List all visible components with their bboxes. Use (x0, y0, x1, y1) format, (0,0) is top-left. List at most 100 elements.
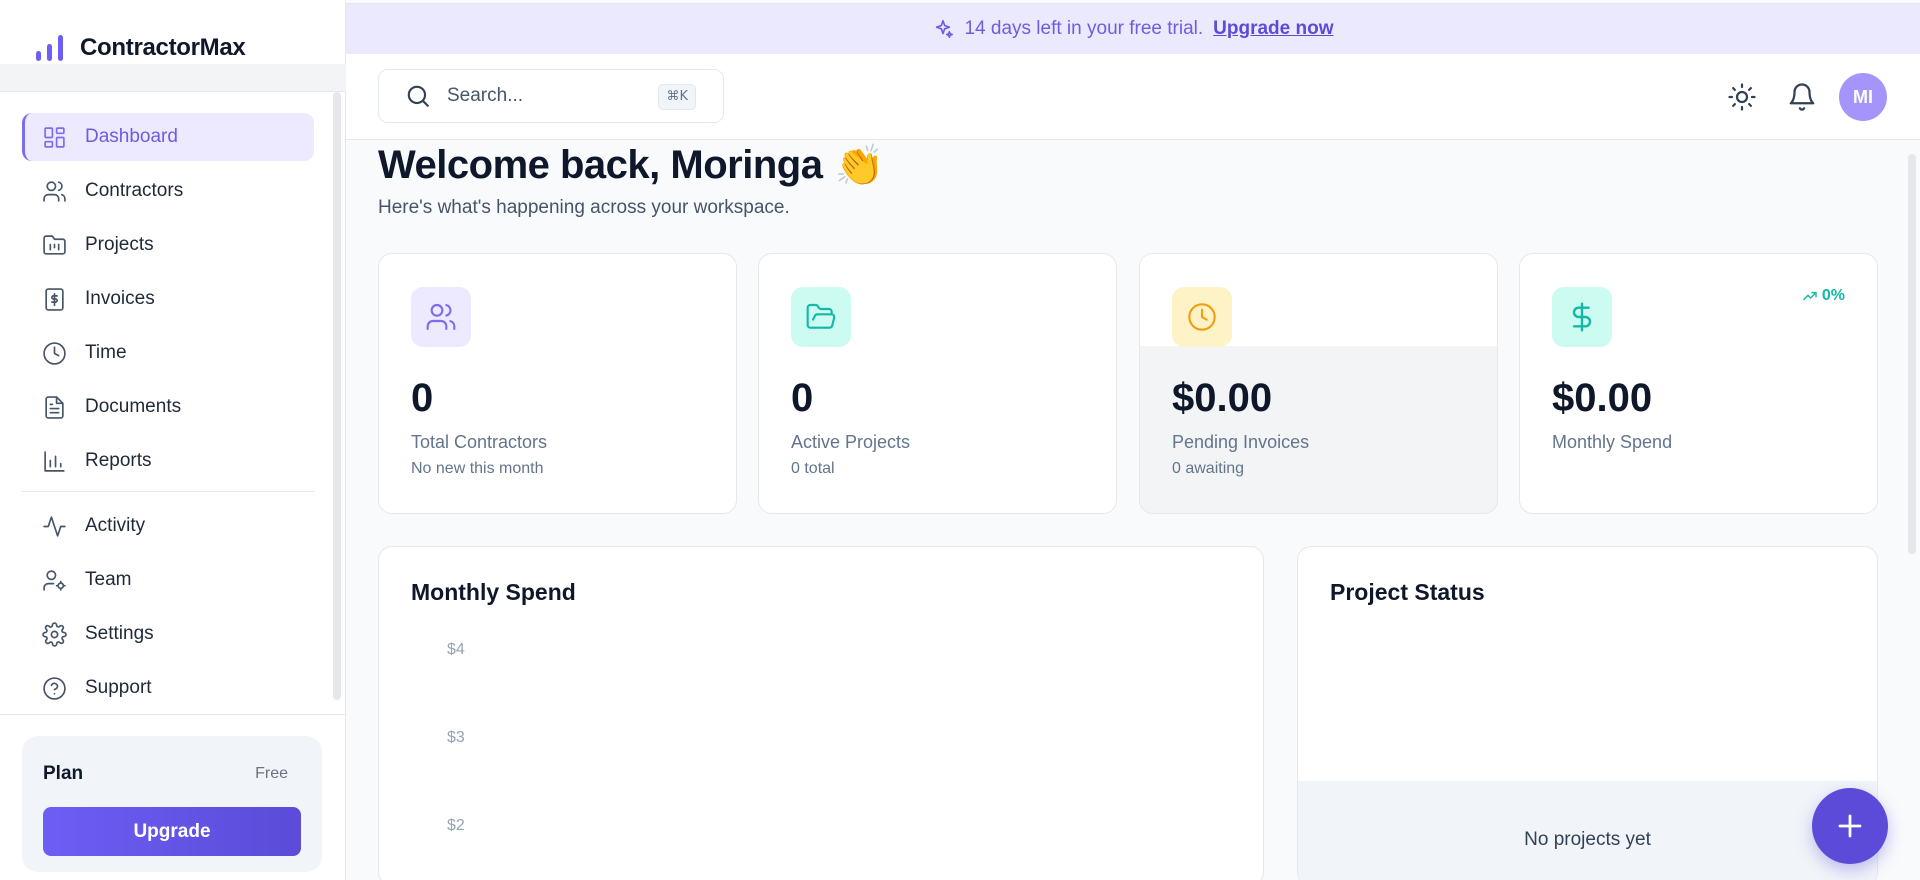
empty-state-text: No projects yet (1524, 829, 1651, 850)
activity-icon (43, 515, 66, 537)
bell-icon[interactable] (1787, 82, 1817, 112)
search-shortcut: ⌘K (658, 84, 696, 110)
stat-subtext: 0 awaiting (1172, 460, 1245, 477)
sidebar-item-label: Support (85, 677, 152, 698)
clapping-emoji: 👏 (834, 144, 884, 188)
plan-tier: Free (255, 765, 288, 782)
sidebar-item-label: Reports (85, 450, 152, 471)
sidebar-item-label: Invoices (85, 288, 155, 309)
sidebar-nav: Dashboard Contractors Projects Invoices … (22, 113, 314, 718)
stat-value: 0 (791, 376, 814, 420)
add-button[interactable] (1812, 788, 1888, 864)
stat-icon-bg (1172, 287, 1232, 347)
users-icon (426, 303, 456, 331)
sidebar-scrollbar[interactable] (333, 92, 341, 700)
sidebar-item-team[interactable]: Team (22, 556, 314, 604)
stat-card-pending-invoices[interactable]: $0.00 Pending Invoices 0 awaiting (1139, 253, 1498, 514)
stat-value: $0.00 (1552, 376, 1653, 420)
stat-icon-bg (411, 287, 471, 347)
page-subtitle: Here's what's happening across your work… (378, 197, 790, 218)
sidebar-item-reports[interactable]: Reports (22, 437, 314, 485)
sidebar-item-label: Projects (85, 234, 154, 255)
y-axis-tick: $3 (447, 729, 465, 746)
stat-card-monthly-spend[interactable]: 0% $0.00 Monthly Spend (1519, 253, 1878, 514)
stat-label: Monthly Spend (1552, 432, 1673, 452)
sidebar-item-label: Time (85, 342, 127, 363)
stat-subtext: 0 total (791, 460, 835, 477)
dollar-icon (1572, 302, 1592, 332)
stat-label: Active Projects (791, 432, 911, 452)
trial-banner: 14 days left in your free trial. Upgrade… (346, 4, 1920, 54)
stat-value: 0 (411, 376, 434, 420)
stat-label: Pending Invoices (1172, 432, 1310, 452)
sidebar-item-contractors[interactable]: Contractors (22, 167, 314, 215)
sidebar-item-label: Documents (85, 396, 182, 417)
users-icon (43, 180, 66, 202)
dashboard-icon (44, 126, 65, 148)
sidebar-item-label: Contractors (85, 180, 184, 201)
sidebar-item-settings[interactable]: Settings (22, 610, 314, 658)
brand-name: ContractorMax (80, 34, 246, 61)
team-icon (43, 569, 66, 591)
sidebar-item-label: Dashboard (85, 126, 178, 147)
sparkles-icon (936, 19, 954, 39)
trend-value: 0% (1821, 287, 1845, 304)
sidebar-item-label: Team (85, 569, 132, 590)
upgrade-now-link[interactable]: Upgrade now (1213, 18, 1333, 40)
page-title: Welcome back, Moringa 👏 (378, 142, 884, 189)
trial-text: 14 days left in your free trial. (964, 18, 1204, 39)
sidebar-item-activity[interactable]: Activity (22, 502, 314, 550)
top-header: Search... ⌘K MI (346, 54, 1920, 140)
stat-icon-bg (1552, 287, 1612, 347)
main-scrollbar[interactable] (1908, 154, 1916, 554)
chart-icon (44, 450, 65, 472)
stat-icon-bg (791, 287, 851, 347)
nav-divider (22, 491, 314, 492)
sidebar-item-documents[interactable]: Documents (22, 383, 314, 431)
stat-card-total-contractors[interactable]: 0 Total Contractors No new this month (378, 253, 737, 514)
search-placeholder: Search... (447, 85, 524, 106)
trend-badge: 0% (1802, 287, 1845, 305)
panel-title: Monthly Spend (411, 579, 576, 605)
clock-icon (1188, 303, 1216, 331)
sidebar-item-invoices[interactable]: Invoices (22, 275, 314, 323)
project-status-panel: Project Status No projects yet (1297, 546, 1878, 880)
monthly-spend-panel: Monthly Spend $4 $3 $2 (378, 546, 1264, 880)
brand[interactable]: ContractorMax (34, 30, 246, 66)
folder-open-icon (806, 303, 836, 329)
help-icon (43, 676, 66, 700)
avatar[interactable]: MI (1839, 73, 1887, 121)
gear-icon (42, 621, 67, 647)
sun-icon[interactable] (1727, 82, 1757, 112)
folder-icon (43, 234, 66, 255)
stat-card-active-projects[interactable]: 0 Active Projects 0 total (758, 253, 1117, 514)
sidebar-item-label: Activity (85, 515, 146, 536)
stat-value: $0.00 (1172, 376, 1273, 420)
sidebar: ContractorMax Dashboard Contractors Proj… (0, 0, 346, 880)
invoice-icon (45, 287, 64, 311)
plan-card: Plan Free Upgrade (22, 736, 322, 872)
card-hover-corner (1140, 254, 1172, 300)
sidebar-item-dashboard[interactable]: Dashboard (22, 113, 314, 161)
search-icon (407, 85, 429, 107)
document-icon (45, 395, 64, 419)
sidebar-item-projects[interactable]: Projects (22, 221, 314, 269)
sidebar-item-support[interactable]: Support (22, 664, 314, 712)
panel-title: Project Status (1330, 579, 1485, 605)
upgrade-button[interactable]: Upgrade (43, 807, 301, 856)
plan-title: Plan (43, 763, 84, 784)
trend-up-icon (1803, 291, 1817, 301)
y-axis-tick: $4 (447, 641, 465, 658)
sidebar-footer-divider (0, 714, 346, 715)
sidebar-item-time[interactable]: Time (22, 329, 314, 377)
sidebar-item-label: Settings (85, 623, 154, 644)
logo-bars-icon (36, 35, 63, 61)
brand-divider (0, 64, 346, 92)
stat-subtext: No new this month (411, 460, 544, 477)
search-input[interactable]: Search... ⌘K (378, 69, 724, 123)
y-axis-tick: $2 (447, 817, 465, 834)
stat-label: Total Contractors (411, 432, 548, 452)
clock-icon (43, 341, 66, 365)
plus-icon (1838, 814, 1862, 838)
welcome-text: Welcome back, Moringa (378, 143, 823, 187)
